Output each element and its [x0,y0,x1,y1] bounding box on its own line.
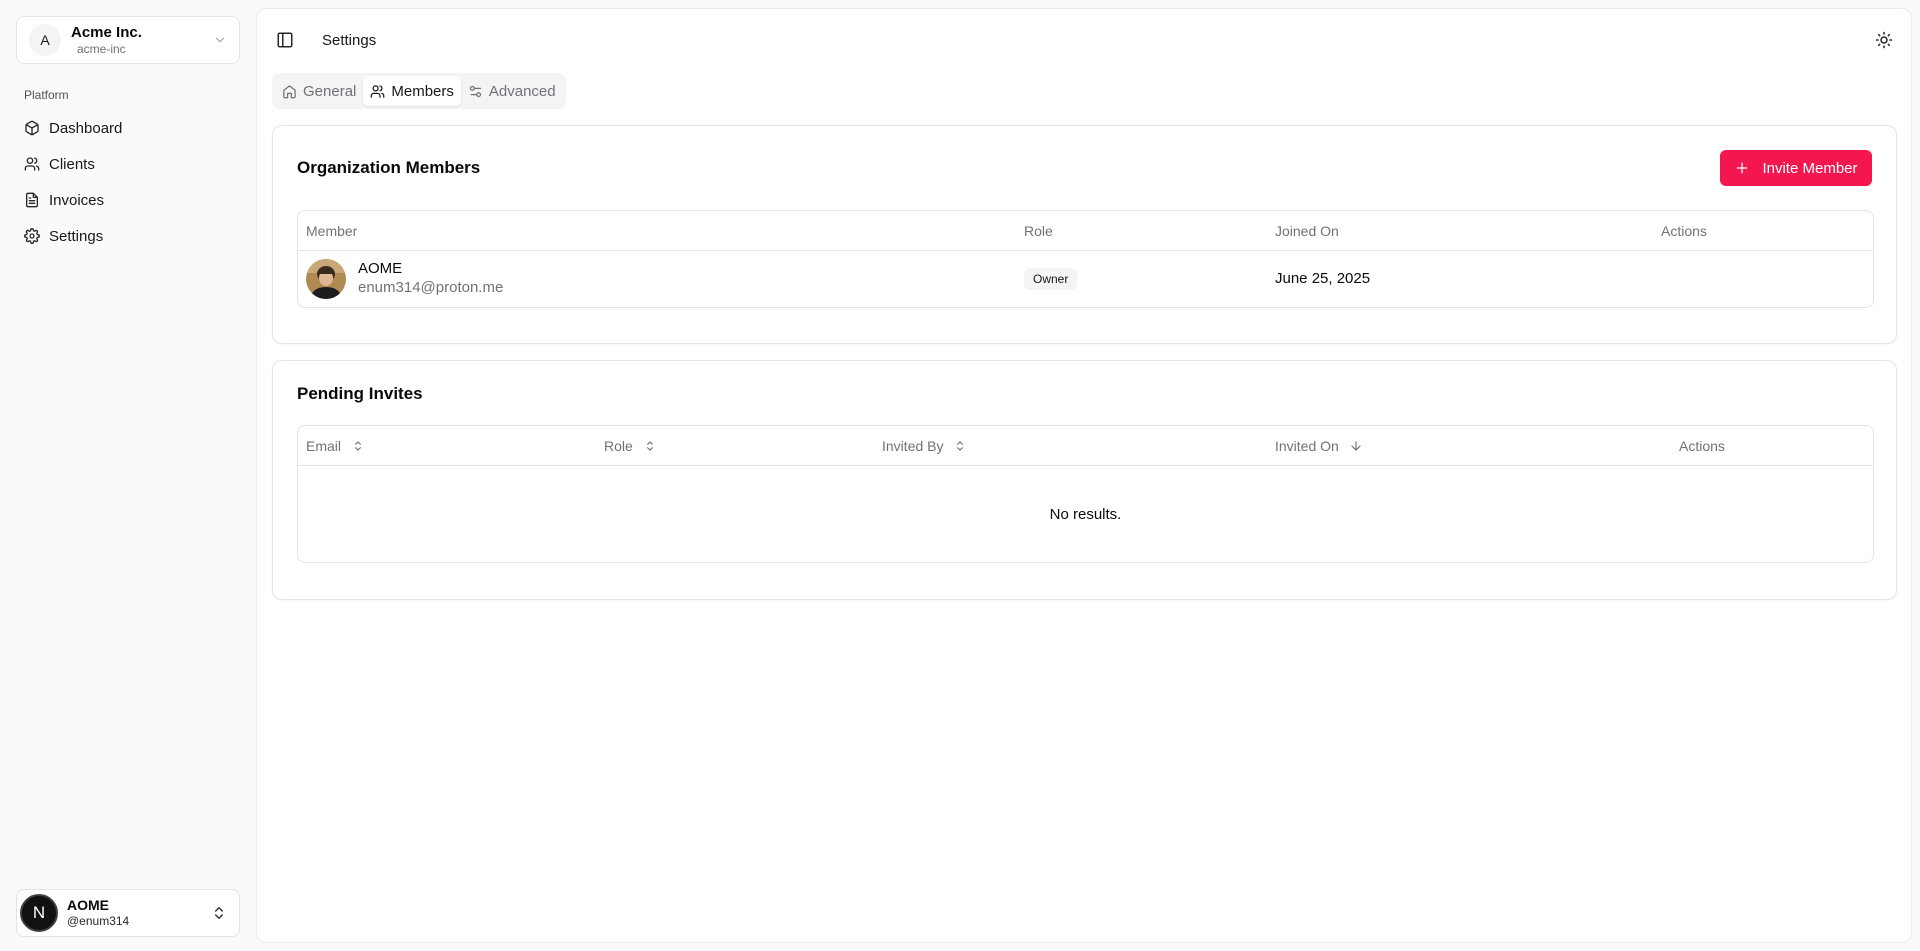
invites-table: Email Role Invited By Invited On Actions… [297,425,1874,563]
column-email[interactable]: Email [306,426,365,466]
invite-member-label: Invite Member [1762,159,1858,177]
invites-card: Pending Invites Email Role Invited By In… [272,360,1897,600]
members-table: Member Role Joined On Actions AOME enum3… [297,210,1874,308]
empty-state: No results. [1049,505,1122,523]
tab-label: General [303,82,357,100]
column-actions: Actions [1679,438,1725,454]
sidebar-item-label: Settings [49,227,104,245]
invite-member-button[interactable]: Invite Member [1720,150,1872,186]
avatar: N [20,894,58,932]
tab-label: Members [391,82,454,100]
sidebar-item-label: Invoices [49,191,105,209]
column-label: Role [604,438,633,454]
member-name: AOME [358,260,403,277]
column-actions: Actions [1661,223,1707,239]
tab-label: Advanced [488,82,556,100]
member-email: enum314@proton.me [358,279,504,296]
org-switcher[interactable]: A Acme Inc. acme-inc [16,16,240,64]
column-invited-on[interactable]: Invited On [1275,426,1363,466]
table-header: Email Role Invited By Invited On Actions [298,426,1873,466]
status-badge: Owner [1024,268,1078,290]
org-slug: acme-inc [77,41,126,56]
user-text: AOME @enum314 [67,897,129,929]
sort-icon [646,441,653,451]
column-label: Invited By [882,438,944,454]
column-label: Invited On [1275,438,1339,454]
table-row: AOME enum314@proton.me Owner June 25, 20… [298,251,1873,307]
sidebar-item-invoices[interactable]: Invoices [16,182,240,218]
org-text: Acme Inc. acme-inc [71,24,142,57]
org-avatar: A [29,24,61,56]
tab-members[interactable]: Members [363,76,461,106]
sort-icon [355,441,361,451]
sidebar: A Acme Inc. acme-inc Platform Dashboard … [0,0,256,951]
chevrons-up-down-icon [211,905,227,921]
tab-general[interactable]: General [275,76,363,106]
invites-title: Pending Invites [297,384,423,403]
sidebar-item-label: Dashboard [49,119,123,137]
joined-date: June 25, 2025 [1275,270,1371,287]
column-joined-on: Joined On [1275,223,1339,239]
arrow-down-icon [1351,441,1361,451]
main-panel: Settings General Members Advanced Organi… [256,8,1912,943]
page-title: Settings [322,32,377,49]
users-icon [370,84,385,99]
member-info: AOME enum314@proton.me [358,260,503,298]
box-icon [24,120,40,136]
sun-icon[interactable] [1875,31,1895,51]
sidebar-nav: Dashboard Clients Invoices Settings [16,110,240,254]
column-role: Role [1024,223,1053,239]
sidebar-item-label: Clients [49,155,95,173]
chevron-down-icon [213,33,227,47]
sidebar-group-label: Platform [24,88,69,102]
column-invited-by[interactable]: Invited By [882,426,967,466]
sidebar-item-dashboard[interactable]: Dashboard [16,110,240,146]
file-text-icon [24,192,40,208]
column-label: Email [306,438,342,454]
sidebar-item-clients[interactable]: Clients [16,146,240,182]
column-role[interactable]: Role [604,426,657,466]
sort-icon [957,441,964,451]
settings-tabs: General Members Advanced [272,73,566,109]
user-name: AOME [67,897,109,913]
sidebar-item-settings[interactable]: Settings [16,218,240,254]
members-title: Organization Members [297,158,481,177]
sidebar-toggle-icon[interactable] [276,31,296,51]
column-member: Member [306,223,358,239]
topbar: Settings [257,9,1911,73]
sliders-icon [468,84,483,99]
home-icon [282,84,297,99]
table-header: Member Role Joined On Actions [298,211,1873,251]
plus-icon [1734,160,1750,176]
org-name: Acme Inc. [71,23,142,41]
members-card: Organization Members Invite Member Membe… [272,125,1897,344]
tab-advanced[interactable]: Advanced [461,76,563,106]
user-handle: @enum314 [67,914,130,928]
user-menu[interactable]: N AOME @enum314 [16,889,240,937]
gear-icon [24,228,40,244]
member-cell: AOME enum314@proton.me [306,259,503,299]
avatar [306,259,346,299]
users-icon [24,156,40,172]
